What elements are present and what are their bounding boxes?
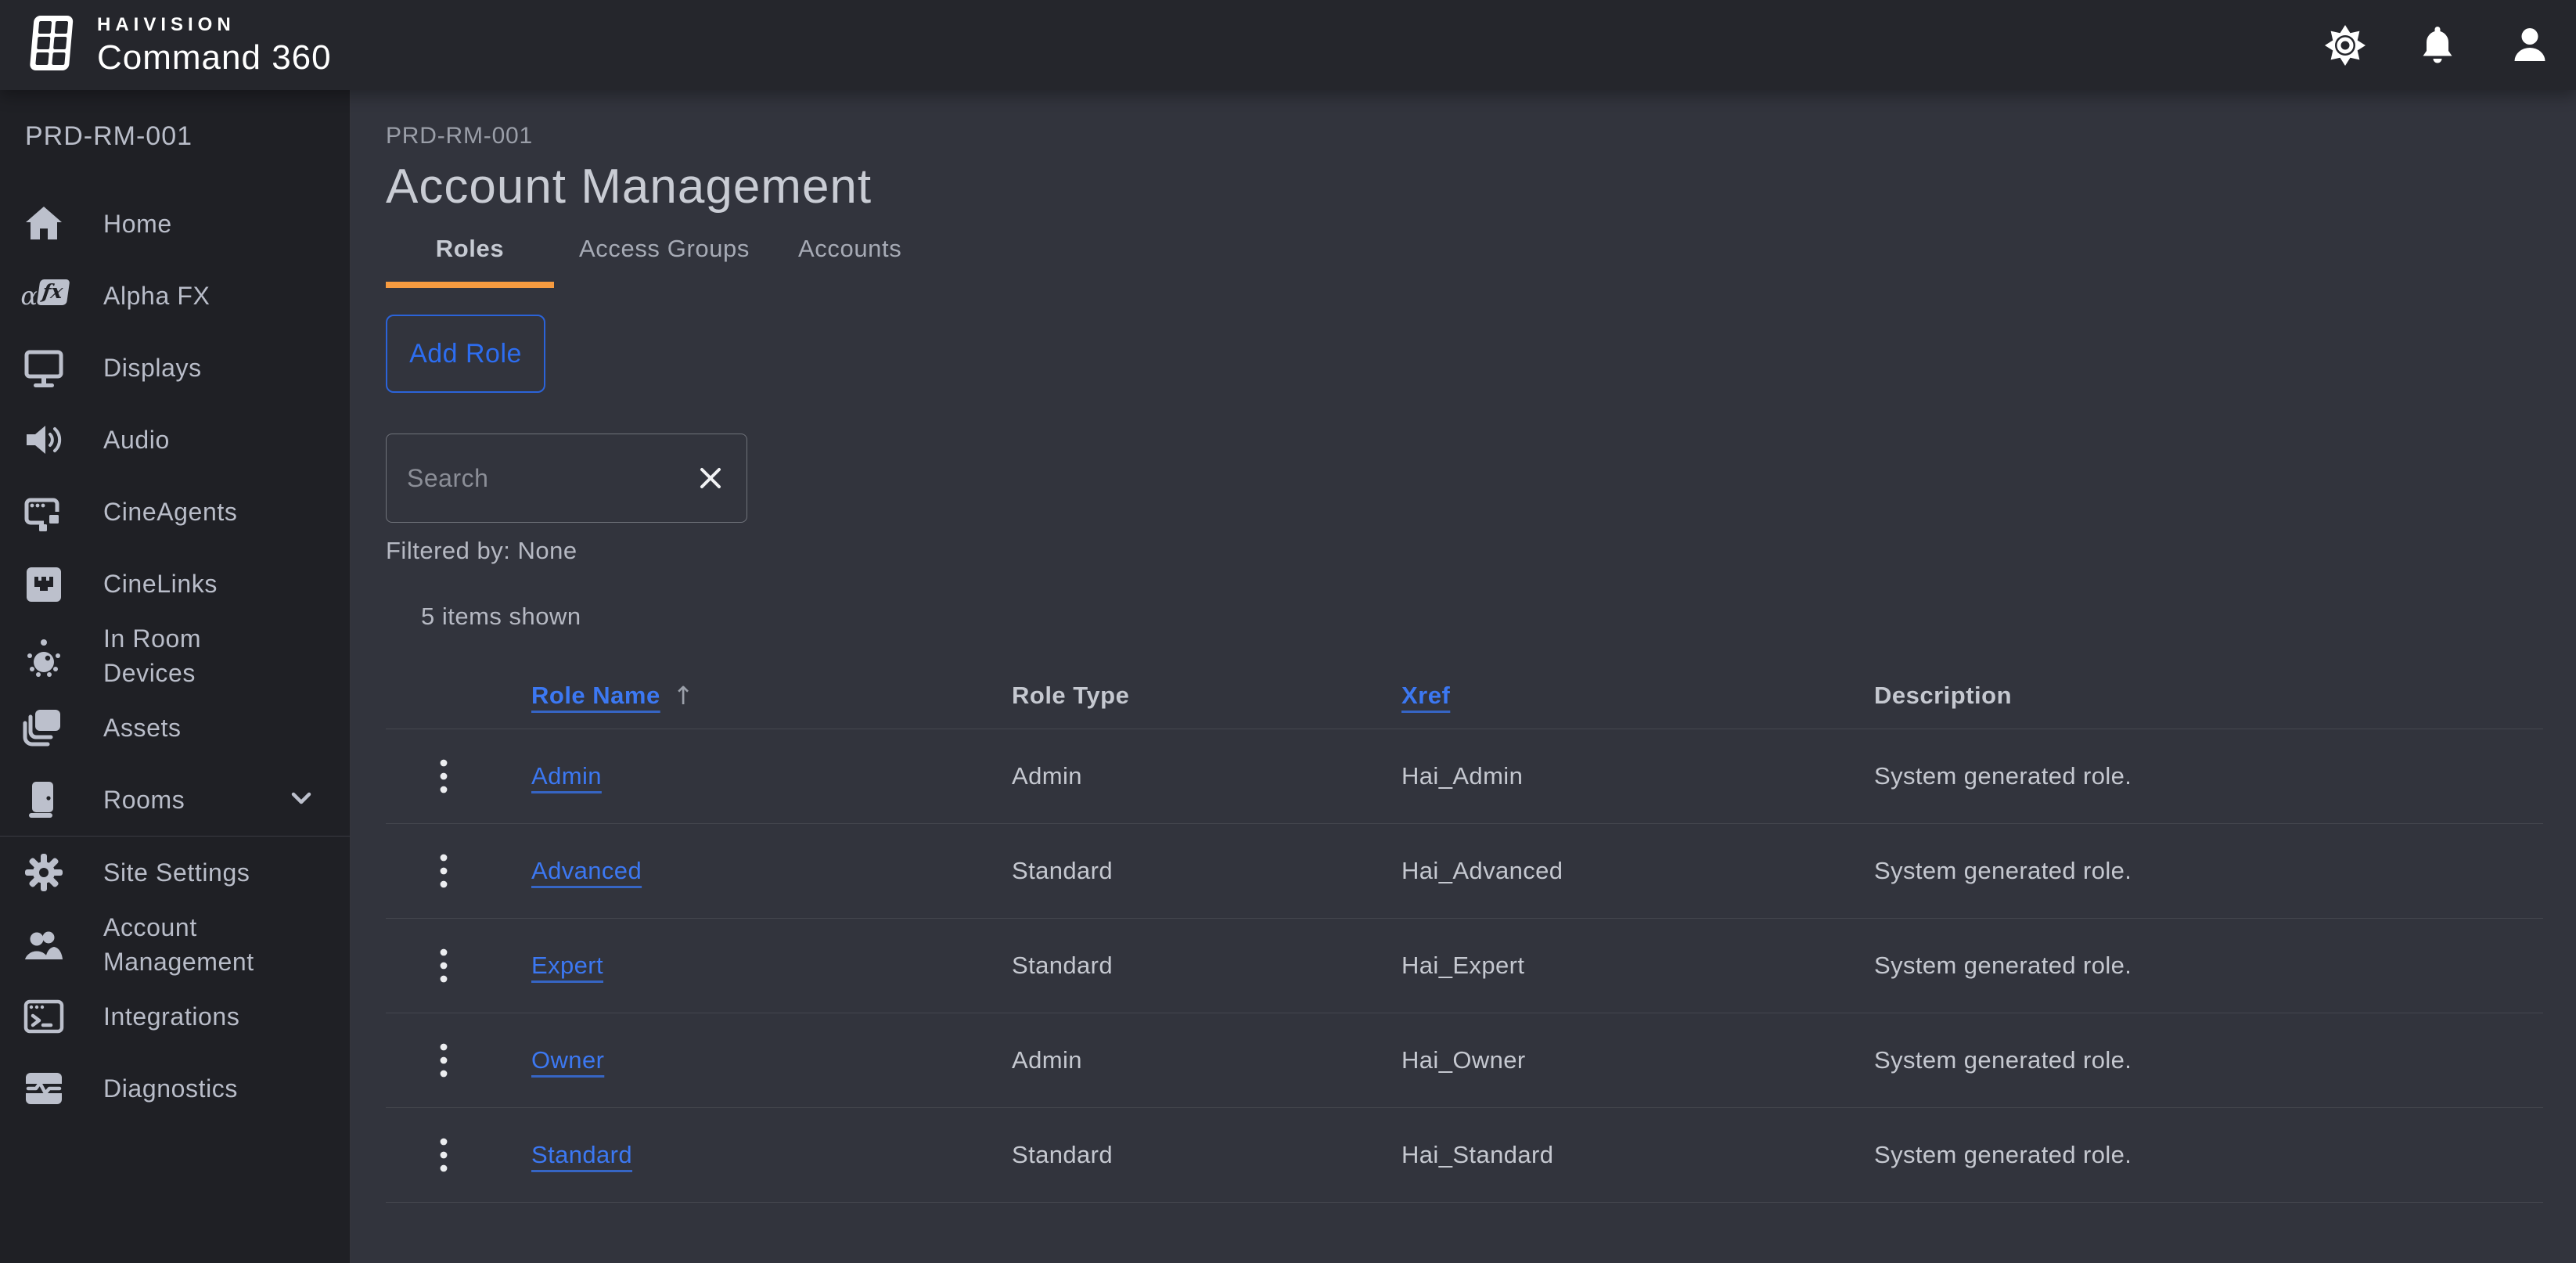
- row-actions-kebab-icon[interactable]: [433, 1127, 455, 1183]
- sidebar-item-cineagents[interactable]: CineAgents: [0, 476, 350, 548]
- description-cell: System generated role.: [1874, 1141, 2543, 1169]
- sidebar-item-audio[interactable]: Audio: [0, 404, 350, 476]
- user-account-icon[interactable]: [2507, 23, 2553, 68]
- role-type-cell: Admin: [1012, 1046, 1401, 1074]
- column-header-role-name: Role Name ↑: [531, 681, 1012, 711]
- column-header-description: Description: [1874, 682, 2543, 710]
- settings-gear-icon[interactable]: [2322, 23, 2368, 68]
- xref-cell: Hai_Admin: [1401, 762, 1874, 790]
- brand-command-360: Command 360: [97, 41, 332, 75]
- clear-search-icon[interactable]: [689, 456, 732, 500]
- table-row: Admin Admin Hai_Admin System generated r…: [386, 729, 2543, 824]
- role-link[interactable]: Advanced: [531, 857, 642, 884]
- sidebar-item-cinelinks[interactable]: CineLinks: [0, 548, 350, 620]
- alpha-fx-icon: αfx: [22, 274, 66, 318]
- tab-accounts[interactable]: Accounts: [798, 235, 901, 288]
- search-input[interactable]: [407, 464, 689, 493]
- description-cell: System generated role.: [1874, 857, 2543, 885]
- add-role-button[interactable]: Add Role: [386, 315, 545, 393]
- xref-cell: Hai_Expert: [1401, 952, 1874, 980]
- sidebar-item-diagnostics[interactable]: Diagnostics: [0, 1052, 350, 1124]
- sidebar-item-account-management[interactable]: Account Management: [0, 909, 350, 981]
- role-type-cell: Standard: [1012, 857, 1401, 885]
- row-actions-kebab-icon[interactable]: [433, 843, 455, 899]
- terminal-icon: [22, 995, 66, 1038]
- stack-icon: [22, 706, 66, 750]
- breadcrumb: PRD-RM-001: [386, 123, 2543, 149]
- tab-access-groups[interactable]: Access Groups: [579, 235, 750, 288]
- role-link[interactable]: Expert: [531, 952, 603, 979]
- role-type-cell: Standard: [1012, 952, 1401, 980]
- users-icon: [22, 923, 66, 966]
- role-link[interactable]: Owner: [531, 1046, 604, 1074]
- row-actions-kebab-icon[interactable]: [433, 748, 455, 804]
- haivision-logo-icon: [28, 14, 77, 76]
- role-type-cell: Admin: [1012, 762, 1401, 790]
- search-box: [386, 434, 747, 523]
- table-row: Advanced Standard Hai_Advanced System ge…: [386, 824, 2543, 919]
- table-row: Standard Standard Hai_Standard System ge…: [386, 1108, 2543, 1203]
- sidebar-item-rooms[interactable]: Rooms: [0, 764, 350, 836]
- sidebar-item-displays[interactable]: Displays: [0, 332, 350, 404]
- table-header-row: Role Name ↑ Role Type Xref Description: [386, 662, 2543, 729]
- row-actions-kebab-icon[interactable]: [433, 937, 455, 994]
- tab-bar: Roles Access Groups Accounts: [386, 235, 2543, 288]
- monitor-icon: [22, 346, 66, 390]
- sidebar-item-home[interactable]: Home: [0, 188, 350, 260]
- room-device-icon: [22, 634, 66, 678]
- role-type-cell: Standard: [1012, 1141, 1401, 1169]
- main-content: PRD-RM-001 Account Management Roles Acce…: [351, 90, 2576, 1263]
- sidebar-item-in-room-devices[interactable]: In Room Devices: [0, 620, 350, 692]
- column-header-xref: Xref: [1401, 682, 1874, 710]
- sidebar: PRD-RM-001 Home αfx Alpha FX: [0, 90, 351, 1263]
- pulse-icon: [22, 1067, 66, 1110]
- sort-ascending-icon: ↑: [673, 681, 694, 711]
- brand-haivision: HAIVISION: [97, 16, 332, 34]
- xref-cell: Hai_Owner: [1401, 1046, 1874, 1074]
- top-bar: HAIVISION Command 360: [0, 0, 2576, 90]
- table-row: Expert Standard Hai_Expert System genera…: [386, 919, 2543, 1013]
- brand-text: HAIVISION Command 360: [97, 16, 332, 75]
- gear-icon: [22, 851, 66, 894]
- items-shown-count: 5 items shown: [386, 603, 2543, 631]
- home-icon: [22, 202, 66, 246]
- chevron-down-icon: [284, 781, 318, 819]
- role-name-sort-link[interactable]: Role Name: [531, 682, 660, 710]
- xref-cell: Hai_Advanced: [1401, 857, 1874, 885]
- door-icon: [22, 778, 66, 822]
- sidebar-item-integrations[interactable]: Integrations: [0, 981, 350, 1052]
- column-header-role-type: Role Type: [1012, 682, 1401, 710]
- page-title: Account Management: [386, 159, 2543, 214]
- roles-table: Role Name ↑ Role Type Xref Description A…: [386, 662, 2543, 1203]
- table-row: Owner Admin Hai_Owner System generated r…: [386, 1013, 2543, 1108]
- row-actions-kebab-icon[interactable]: [433, 1032, 455, 1088]
- role-link[interactable]: Standard: [531, 1141, 632, 1168]
- ethernet-icon: [22, 562, 66, 606]
- xref-sort-link[interactable]: Xref: [1401, 682, 1450, 709]
- description-cell: System generated role.: [1874, 1046, 2543, 1074]
- topbar-actions: [2322, 23, 2553, 68]
- speaker-icon: [22, 418, 66, 462]
- xref-cell: Hai_Standard: [1401, 1141, 1874, 1169]
- description-cell: System generated role.: [1874, 762, 2543, 790]
- tab-roles[interactable]: Roles: [386, 235, 554, 288]
- sidebar-item-alpha-fx[interactable]: αfx Alpha FX: [0, 260, 350, 332]
- window-cast-icon: [22, 490, 66, 534]
- notifications-bell-icon[interactable]: [2415, 23, 2460, 68]
- filter-status: Filtered by: None: [386, 537, 2543, 565]
- role-link[interactable]: Admin: [531, 762, 602, 790]
- sidebar-nav: Home αfx Alpha FX Displays: [0, 188, 350, 1124]
- sidebar-item-site-settings[interactable]: Site Settings: [0, 837, 350, 909]
- brand: HAIVISION Command 360: [28, 14, 332, 76]
- description-cell: System generated role.: [1874, 952, 2543, 980]
- site-label: PRD-RM-001: [0, 121, 350, 152]
- sidebar-item-assets[interactable]: Assets: [0, 692, 350, 764]
